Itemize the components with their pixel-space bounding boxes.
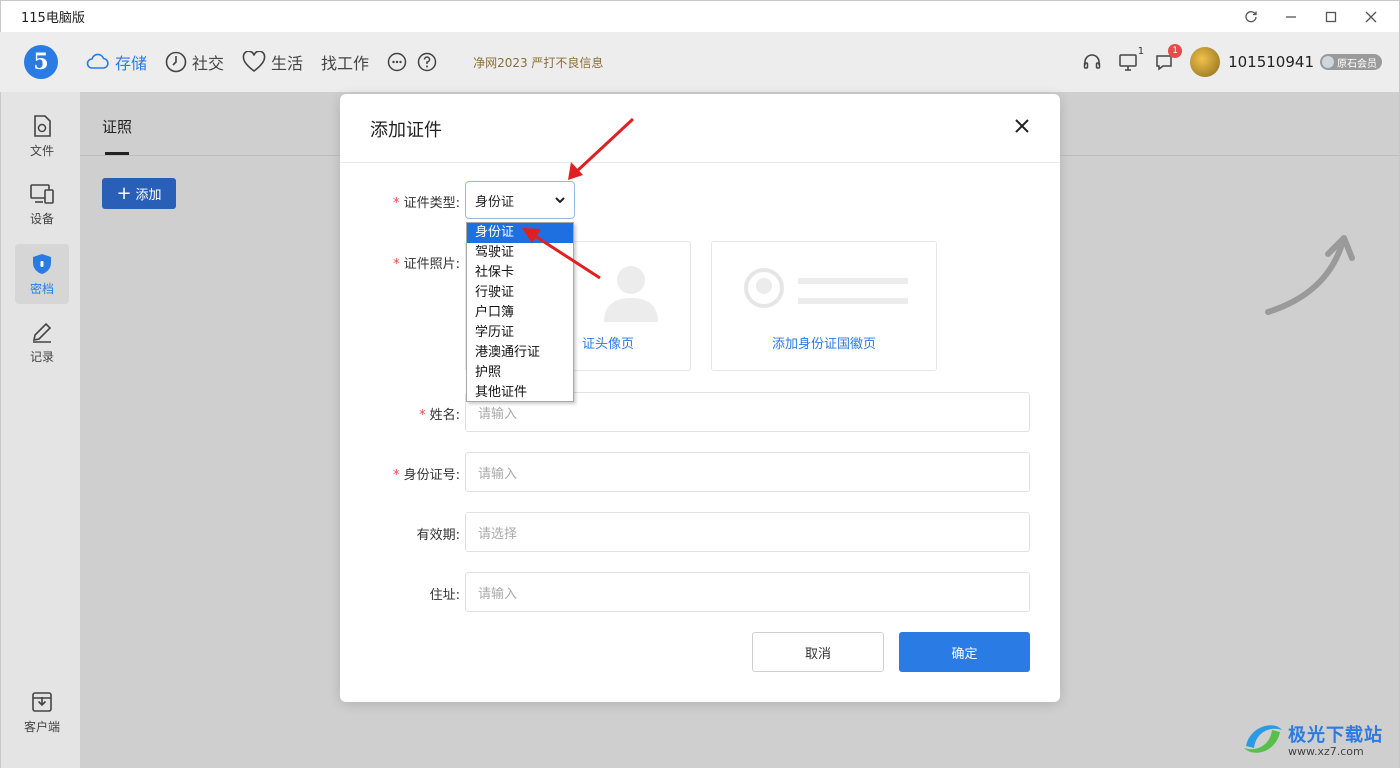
member-badge[interactable]: 原石会员 xyxy=(1320,54,1382,70)
option-driver-license[interactable]: 驾驶证 xyxy=(467,243,573,263)
nav-item-social[interactable]: 社交 xyxy=(165,50,224,74)
option-vehicle-license[interactable]: 行驶证 xyxy=(467,283,573,303)
photo-back-caption: 添加身份证国徽页 xyxy=(771,337,876,352)
validity-label: 有效期: xyxy=(416,528,460,543)
sidebar-item-records[interactable]: 记录 xyxy=(15,312,69,372)
username[interactable]: 101510941 xyxy=(1228,53,1314,71)
tab-certificates[interactable]: 证照 xyxy=(102,116,132,137)
address-label: 住址: xyxy=(429,588,460,603)
id-number-label: * 身份证号: xyxy=(393,468,460,483)
nav-item-storage[interactable]: 存储 xyxy=(86,50,147,74)
clock-icon xyxy=(165,51,187,73)
maximize-icon[interactable] xyxy=(1311,1,1351,33)
dialog-divider xyxy=(340,162,1060,163)
portrait-placeholder-icon xyxy=(604,266,658,322)
chevron-down-icon xyxy=(555,197,565,204)
id-number-input[interactable]: 请输入 xyxy=(465,452,1030,492)
message-icon[interactable]: 1 xyxy=(1154,44,1183,72)
headset-icon[interactable] xyxy=(1082,52,1102,72)
cloud-icon xyxy=(86,53,109,69)
shield-lock-icon xyxy=(33,253,51,274)
required-mark: * xyxy=(393,257,400,272)
top-nav: 存储 社交 生活 找工作 净网2023 严打不良信息 xyxy=(86,32,603,92)
nav-item-jobs[interactable]: 找工作 xyxy=(321,50,369,74)
address-input[interactable]: 请输入 xyxy=(465,572,1030,612)
download-box-icon xyxy=(32,691,52,712)
pencil-icon xyxy=(32,322,52,343)
option-id-card[interactable]: 身份证 xyxy=(467,223,573,243)
more-icon[interactable] xyxy=(387,52,407,72)
close-window-icon[interactable] xyxy=(1351,1,1391,33)
option-other[interactable]: 其他证件 xyxy=(467,383,573,403)
curved-arrow-icon xyxy=(1265,235,1355,315)
option-household-register[interactable]: 户口簿 xyxy=(467,303,573,323)
option-diploma[interactable]: 学历证 xyxy=(467,323,573,343)
watermark: 极光下载站 www.xz7.com xyxy=(1240,716,1383,762)
sidebar-item-vault[interactable]: 密档 xyxy=(15,244,69,304)
id-back-upload[interactable]: 添加身份证国徽页 xyxy=(711,241,937,371)
app-header: 5 存储 社交 生活 找工作 净网2023 严打不良信息 1 1 1015109… xyxy=(0,32,1400,92)
national-emblem-icon xyxy=(744,268,908,308)
device-monitor-icon[interactable]: 1 xyxy=(1118,46,1144,72)
slogan-link[interactable]: 净网2023 严打不良信息 xyxy=(473,54,603,71)
minimize-icon[interactable] xyxy=(1271,1,1311,33)
file-icon xyxy=(34,114,51,137)
watermark-logo-icon xyxy=(1244,725,1282,753)
window-title: 115电脑版 xyxy=(21,11,85,26)
add-certificate-dialog: 添加证件 * 证件类型: 身份证 * 证件照片: 证头像页 添加身份证国徽页 * 姓名… xyxy=(340,94,1060,702)
add-button[interactable]: + 添加 xyxy=(102,178,176,209)
sidebar-item-devices[interactable]: 设备 xyxy=(15,174,69,234)
required-mark: * xyxy=(393,468,400,483)
certificate-type-select[interactable]: 身份证 xyxy=(465,181,575,219)
sidebar-item-client[interactable]: 客户端 xyxy=(15,682,69,742)
photo-label: * 证件照片: xyxy=(393,257,460,272)
required-mark: * xyxy=(419,408,426,423)
confirm-button[interactable]: 确定 xyxy=(899,632,1030,672)
help-icon[interactable] xyxy=(417,52,437,72)
window-titlebar: 115电脑版 xyxy=(0,0,1400,32)
certificate-type-dropdown: 身份证 驾驶证 社保卡 行驶证 户口簿 学历证 港澳通行证 护照 其他证件 xyxy=(466,222,574,402)
refresh-icon[interactable] xyxy=(1231,1,1271,33)
option-passport[interactable]: 护照 xyxy=(467,363,573,383)
cancel-button[interactable]: 取消 xyxy=(752,632,884,672)
device-icon xyxy=(30,183,54,204)
avatar[interactable] xyxy=(1190,47,1221,77)
sidebar-item-files[interactable]: 文件 xyxy=(15,106,69,166)
heart-icon xyxy=(242,51,266,73)
watermark-title: 极光下载站 xyxy=(1288,724,1383,746)
validity-picker[interactable]: 请选择 xyxy=(465,512,1030,552)
option-social-security-card[interactable]: 社保卡 xyxy=(467,263,573,283)
type-label: * 证件类型: xyxy=(393,196,460,211)
device-count: 1 xyxy=(1137,46,1145,57)
message-badge: 1 xyxy=(1168,44,1183,58)
required-mark: * xyxy=(393,196,400,211)
name-label: * 姓名: xyxy=(419,408,460,423)
nav-item-life[interactable]: 生活 xyxy=(242,50,303,74)
sidebar: 文件 设备 密档 记录 客户端 xyxy=(0,92,80,768)
member-gem-icon xyxy=(1322,56,1334,68)
option-hk-macau-permit[interactable]: 港澳通行证 xyxy=(467,343,573,363)
dialog-title: 添加证件 xyxy=(370,120,442,141)
close-icon[interactable] xyxy=(1012,116,1032,136)
window-controls xyxy=(1231,1,1391,33)
app-logo[interactable]: 5 xyxy=(24,45,58,79)
plus-icon: + xyxy=(116,183,132,204)
header-right: 1 1 101510941 原石会员 xyxy=(1082,32,1382,92)
